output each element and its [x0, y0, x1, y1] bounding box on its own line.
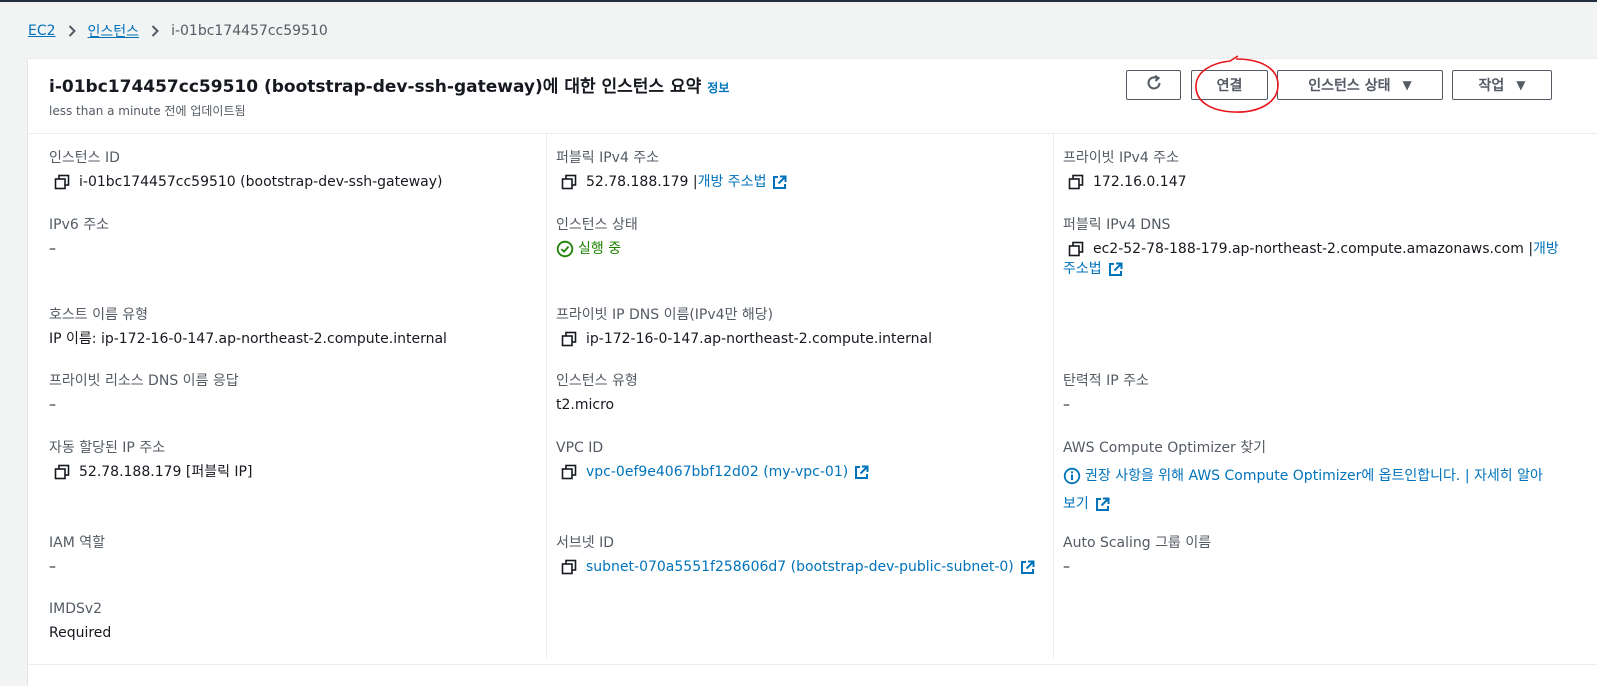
open-address-link[interactable]: 개방 주소법 — [698, 172, 767, 192]
field-asg-name: Auto Scaling 그룹 이름 – — [1063, 535, 1212, 575]
field-ipv6: IPv6 주소 – — [49, 217, 109, 257]
copy-icon[interactable] — [560, 558, 578, 576]
refresh-icon — [1145, 74, 1163, 96]
breadcrumb-instances-link[interactable]: 인스턴스 — [88, 21, 140, 41]
external-link-icon[interactable] — [854, 465, 869, 480]
field-iam-role: IAM 역할 – — [49, 535, 105, 575]
panel-header: i-01bc174457cc59510 (bootstrap-dev-ssh-g… — [28, 55, 1597, 134]
field-public-dns: 퍼블릭 IPv4 DNS ec2-52-78-188-179.ap-northe… — [1063, 217, 1559, 277]
field-optimizer: AWS Compute Optimizer 찾기 권장 사항을 위해 AWS C… — [1063, 440, 1543, 512]
chevron-right-icon — [68, 25, 76, 37]
vpc-id-link[interactable]: vpc-0ef9e4067bbf12d02 (my-vpc-01) — [586, 462, 848, 482]
field-imdsv2: IMDSv2 Required — [49, 601, 112, 641]
copy-icon[interactable] — [560, 330, 578, 348]
field-private-ipv4: 프라이빗 IPv4 주소 172.16.0.147 — [1063, 150, 1187, 191]
ipv6-value: – — [49, 241, 56, 257]
copy-icon[interactable] — [560, 173, 578, 191]
public-ipv4-value: 52.78.188.179 | — [586, 174, 698, 190]
page-title-text: i-01bc174457cc59510 (bootstrap-dev-ssh-g… — [49, 77, 702, 97]
copy-icon[interactable] — [560, 463, 578, 481]
red-annotation-circle — [1195, 55, 1279, 113]
public-dns-value: ec2-52-78-188-179.ap-northeast-2.compute… — [1093, 241, 1534, 257]
top-border — [0, 0, 1597, 2]
caret-down-icon: ▼ — [1516, 78, 1526, 92]
hostname-type-value: IP 이름: ip-172-16-0-147.ap-northeast-2.co… — [49, 331, 447, 347]
field-public-ipv4: 퍼블릭 IPv4 주소 52.78.188.179 | 개방 주소법 — [556, 148, 787, 192]
auto-ip-value: 52.78.188.179 [퍼블릭 IP] — [79, 464, 253, 480]
details-grid: 인스턴스 ID i-01bc174457cc59510 (bootstrap-d… — [28, 134, 1597, 664]
actions-label: 작업 — [1478, 78, 1505, 94]
copy-icon[interactable] — [1067, 173, 1085, 191]
field-subnet-id: 서브넷 ID subnet-070a5551f258606d7 (bootstr… — [556, 533, 1035, 577]
instance-summary-panel: i-01bc174457cc59510 (bootstrap-dev-ssh-g… — [28, 55, 1597, 686]
asg-name-value: – — [1063, 559, 1070, 575]
chevron-right-icon — [151, 25, 159, 37]
subnet-id-link[interactable]: subnet-070a5551f258606d7 (bootstrap-dev-… — [586, 557, 1014, 577]
field-resource-dns: 프라이빗 리소스 DNS 이름 응답 – — [49, 373, 239, 413]
instance-id-value: i-01bc174457cc59510 (bootstrap-dev-ssh-g… — [79, 174, 443, 190]
imdsv2-value: Required — [49, 625, 112, 641]
external-link-icon[interactable] — [1095, 497, 1110, 512]
details-column-2: 퍼블릭 IPv4 주소 52.78.188.179 | 개방 주소법 인스턴스 … — [547, 134, 1054, 658]
field-instance-id: 인스턴스 ID i-01bc174457cc59510 (bootstrap-d… — [49, 150, 443, 191]
private-ipv4-value: 172.16.0.147 — [1093, 174, 1187, 190]
breadcrumb-current: i-01bc174457cc59510 — [171, 23, 328, 39]
refresh-button[interactable] — [1126, 70, 1181, 100]
field-vpc-id: VPC ID vpc-0ef9e4067bbf12d02 (my-vpc-01) — [556, 438, 869, 482]
page-title: i-01bc174457cc59510 (bootstrap-dev-ssh-g… — [49, 72, 729, 97]
field-hostname-type: 호스트 이름 유형 IP 이름: ip-172-16-0-147.ap-nort… — [49, 307, 447, 347]
details-column-1: 인스턴스 ID i-01bc174457cc59510 (bootstrap-d… — [28, 134, 547, 658]
info-link[interactable]: 정보 — [707, 81, 729, 95]
instance-state-dropdown[interactable]: 인스턴스 상태 ▼ — [1277, 70, 1443, 100]
breadcrumb: EC2 인스턴스 i-01bc174457cc59510 — [28, 20, 328, 42]
copy-icon[interactable] — [1067, 240, 1085, 258]
external-link-icon[interactable] — [1108, 262, 1123, 277]
last-updated-text: less than a minute 전에 업데이트됨 — [49, 104, 246, 118]
breadcrumb-ec2-link[interactable]: EC2 — [28, 23, 56, 39]
check-circle-icon — [556, 240, 574, 258]
external-link-icon[interactable] — [772, 175, 787, 190]
instance-type-value: t2.micro — [556, 397, 615, 413]
instance-state-value: 실행 중 — [578, 241, 622, 257]
private-dns-value: ip-172-16-0-147.ap-northeast-2.compute.i… — [586, 331, 932, 347]
field-auto-ip: 자동 할당된 IP 주소 52.78.188.179 [퍼블릭 IP] — [49, 440, 253, 481]
info-circle-icon — [1063, 467, 1081, 485]
copy-icon[interactable] — [53, 173, 71, 191]
actions-dropdown[interactable]: 작업 ▼ — [1452, 70, 1552, 100]
copy-icon[interactable] — [53, 463, 71, 481]
caret-down-icon: ▼ — [1402, 78, 1412, 92]
details-column-3: 프라이빗 IPv4 주소 172.16.0.147 퍼블릭 IPv4 DNS e… — [1054, 134, 1597, 658]
instance-state-label: 인스턴스 상태 — [1308, 78, 1391, 94]
elastic-ip-value: – — [1063, 397, 1070, 413]
optimizer-opt-in-link[interactable]: 권장 사항을 위해 AWS Compute Optimizer에 옵트인합니다.… — [1085, 468, 1470, 484]
resource-dns-value: – — [49, 397, 56, 413]
field-instance-type: 인스턴스 유형 t2.micro — [556, 373, 638, 413]
iam-role-value: – — [49, 559, 56, 575]
external-link-icon[interactable] — [1020, 560, 1035, 575]
field-instance-state: 인스턴스 상태 실행 중 — [556, 217, 638, 258]
panel-divider — [28, 664, 1597, 665]
field-elastic-ip: 탄력적 IP 주소 – — [1063, 373, 1149, 413]
field-private-dns: 프라이빗 IP DNS 이름(IPv4만 해당) ip-172-16-0-147… — [556, 307, 932, 348]
